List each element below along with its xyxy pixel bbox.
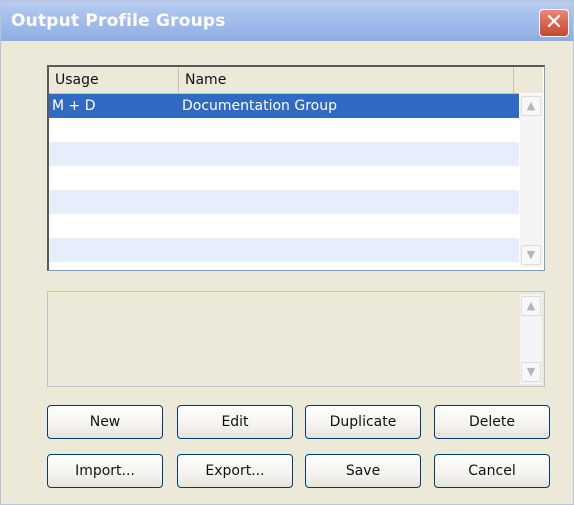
profile-groups-list[interactable]: Usage Name M + D Documentation Group ▲ ▼ <box>47 65 545 271</box>
list-rows: M + D Documentation Group <box>49 94 519 262</box>
output-profile-groups-dialog: Output Profile Groups ✕ Usage Name M + D… <box>0 0 574 505</box>
row-usage-cell: M + D <box>52 98 96 114</box>
empty-row <box>49 166 519 190</box>
cancel-button[interactable]: Cancel <box>434 454 550 488</box>
header-corner <box>519 67 543 93</box>
empty-row <box>49 238 519 262</box>
description-box[interactable]: ▲ ▼ <box>47 291 545 387</box>
duplicate-button[interactable]: Duplicate <box>305 405 421 439</box>
table-row[interactable]: M + D Documentation Group <box>49 94 519 118</box>
delete-button[interactable]: Delete <box>434 405 550 439</box>
close-button[interactable]: ✕ <box>539 9 569 37</box>
export-button[interactable]: Export... <box>177 454 293 488</box>
empty-row <box>49 142 519 166</box>
empty-row <box>49 190 519 214</box>
list-header: Usage Name <box>49 67 519 94</box>
title-bar[interactable]: Output Profile Groups ✕ <box>1 1 573 41</box>
scroll-down-icon[interactable]: ▼ <box>521 362 541 382</box>
save-button[interactable]: Save <box>305 454 421 488</box>
scroll-up-icon[interactable]: ▲ <box>521 96 541 116</box>
dialog-title: Output Profile Groups <box>11 11 226 31</box>
scroll-down-icon[interactable]: ▼ <box>521 245 541 265</box>
new-button[interactable]: New <box>47 405 163 439</box>
empty-row <box>49 214 519 238</box>
description-vertical-scrollbar[interactable]: ▲ ▼ <box>520 294 542 384</box>
edit-button[interactable]: Edit <box>177 405 293 439</box>
import-button[interactable]: Import... <box>47 454 163 488</box>
row-name-cell: Documentation Group <box>182 98 337 114</box>
column-header-name[interactable]: Name <box>179 67 514 93</box>
empty-row <box>49 118 519 142</box>
scroll-up-icon[interactable]: ▲ <box>521 296 541 316</box>
column-header-usage[interactable]: Usage <box>49 67 179 93</box>
list-vertical-scrollbar[interactable]: ▲ ▼ <box>520 94 543 267</box>
close-icon: ✕ <box>544 10 564 35</box>
